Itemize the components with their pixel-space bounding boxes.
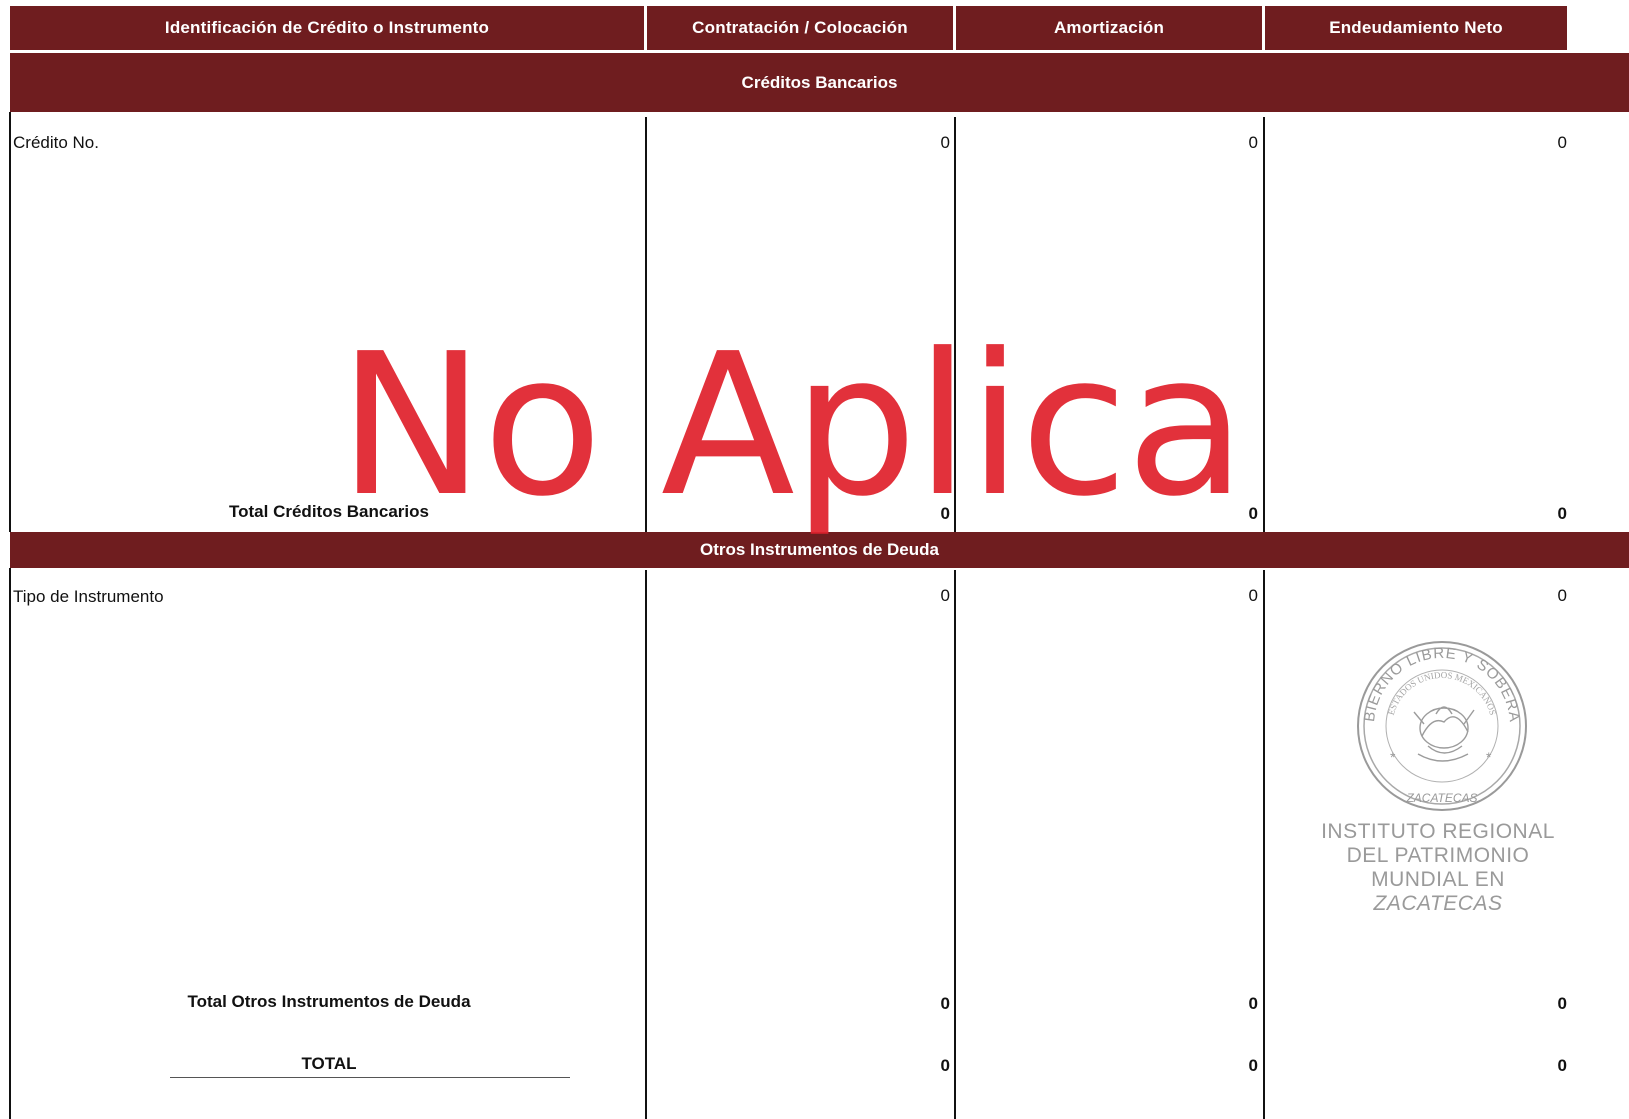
total-creditos-bancarios-label: Total Créditos Bancarios [229, 502, 429, 521]
section-title-creditos-bancarios: Créditos Bancarios [741, 72, 898, 92]
grid-line [1263, 570, 1265, 1119]
section-band-creditos-bancarios: Créditos Bancarios [10, 53, 1629, 112]
grand-total-label: TOTAL [301, 1054, 357, 1073]
credito-amortizacion-value: 0 [1248, 133, 1258, 152]
grid-line [1263, 117, 1265, 532]
total-creditos-amortizacion: 0 [1248, 504, 1258, 523]
grid-line [9, 568, 11, 1119]
instrumento-contratacion-value: 0 [940, 586, 950, 605]
column-header-endeudamiento: Endeudamiento Neto [1265, 6, 1567, 50]
seal-caption-line: MUNDIAL EN [1371, 868, 1505, 891]
svg-text:ESTADOS UNIDOS MEXICANOS: ESTADOS UNIDOS MEXICANOS [1386, 670, 1498, 716]
total-otros-endeudamiento: 0 [1557, 994, 1567, 1013]
credito-contratacion-value: 0 [940, 133, 950, 152]
section-title-otros-instrumentos: Otros Instrumentos de Deuda [700, 540, 939, 559]
column-header-amortizacion: Amortización [956, 6, 1262, 50]
column-header-amortizacion-label: Amortización [1053, 18, 1165, 37]
document-page: Identificación de Crédito o Instrumento … [0, 0, 1629, 1119]
grid-line [9, 112, 11, 532]
official-seal-icon: GOBIERNO LIBRE Y SOBERANO ESTADOS UNIDOS… [1352, 636, 1527, 811]
no-aplica-watermark: No Aplica [338, 312, 1246, 540]
seal-caption-line: DEL PATRIMONIO [1346, 844, 1530, 867]
seal-caption: INSTITUTO REGIONAL DEL PATRIMONIO MUNDIA… [1318, 820, 1558, 916]
grand-total-amortizacion: 0 [1248, 1056, 1258, 1075]
instrumento-endeudamiento-value: 0 [1557, 586, 1567, 605]
instrumento-amortizacion-value: 0 [1248, 586, 1258, 605]
svg-text:*: * [1486, 749, 1492, 765]
grid-line [645, 570, 647, 1119]
column-header-identificacion-label: Identificación de Crédito o Instrumento [164, 18, 490, 37]
total-otros-amortizacion: 0 [1248, 994, 1258, 1013]
svg-text:*: * [1390, 749, 1396, 765]
grand-total-endeudamiento: 0 [1557, 1056, 1567, 1075]
grid-line [954, 117, 956, 532]
credito-row-label: Crédito No. [13, 133, 99, 152]
credito-endeudamiento-value: 0 [1557, 133, 1567, 152]
column-header-contratacion: Contratación / Colocación [647, 6, 953, 50]
column-header-identificacion: Identificación de Crédito o Instrumento [10, 6, 644, 50]
instrumento-row-label: Tipo de Instrumento [13, 587, 164, 606]
column-header-endeudamiento-label: Endeudamiento Neto [1329, 18, 1503, 37]
seal-caption-line: INSTITUTO REGIONAL [1321, 820, 1555, 843]
total-otros-instrumentos-label: Total Otros Instrumentos de Deuda [187, 992, 471, 1011]
grid-line [954, 570, 956, 1119]
seal-caption-line: ZACATECAS [1373, 892, 1503, 915]
column-header-contratacion-label: Contratación / Colocación [692, 18, 908, 37]
total-creditos-endeudamiento: 0 [1557, 504, 1567, 523]
seal-inner-text: ESTADOS UNIDOS MEXICANOS [1386, 670, 1498, 716]
grid-line [645, 117, 647, 532]
underline [170, 1077, 570, 1078]
grand-total-contratacion: 0 [940, 1056, 950, 1075]
total-otros-contratacion: 0 [940, 994, 950, 1013]
total-creditos-contratacion: 0 [940, 504, 950, 523]
section-band-otros-instrumentos: Otros Instrumentos de Deuda [10, 532, 1629, 568]
seal-state-text: ZACATECAS [1405, 791, 1477, 805]
